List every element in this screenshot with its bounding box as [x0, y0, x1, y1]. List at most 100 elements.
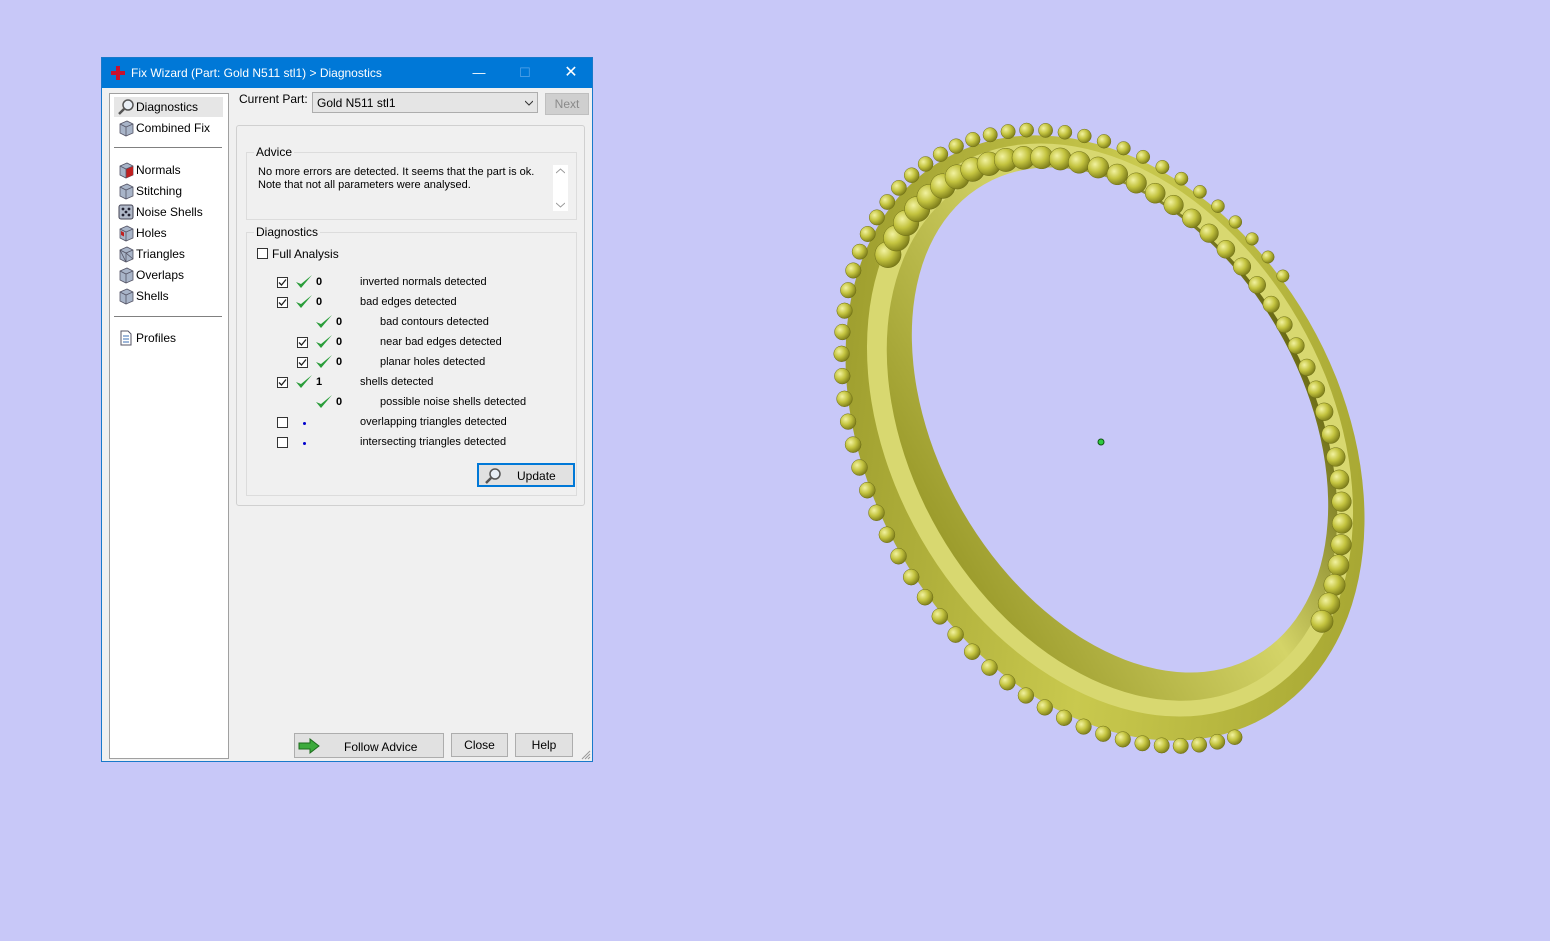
ring-bead — [947, 626, 964, 643]
help-button[interactable]: Help — [515, 733, 573, 757]
sidebar-item-overlaps[interactable]: Overlaps — [114, 265, 223, 285]
sidebar-item-label: Shells — [136, 289, 169, 303]
diagnostic-label: near bad edges detected — [380, 336, 502, 348]
diagnostic-count: 0 — [336, 316, 343, 328]
ring-bead — [1327, 554, 1350, 576]
ring-bead — [845, 262, 862, 279]
sidebar-item-label: Profiles — [136, 331, 177, 345]
current-part-select[interactable]: Gold N511 stl1 — [312, 92, 538, 113]
scroll-up-icon[interactable] — [556, 168, 565, 174]
ring-bead — [851, 459, 868, 476]
diagnostic-checkbox[interactable] — [277, 437, 288, 448]
ring-bead — [1048, 147, 1072, 171]
sidebar-item-stitching[interactable]: Stitching — [114, 181, 223, 201]
scroll-down-icon[interactable] — [556, 202, 565, 208]
ring-bead — [1298, 358, 1316, 377]
update-button[interactable]: Update — [477, 463, 575, 487]
sidebar-item-noise-shells[interactable]: Noise Shells — [114, 202, 223, 222]
ring-bead — [1310, 610, 1334, 633]
full-analysis-checkbox[interactable] — [257, 248, 268, 259]
ring-bead — [1191, 736, 1208, 753]
title-bar[interactable]: Fix Wizard (Part: Gold N511 stl1) > Diag… — [102, 58, 592, 88]
close-window-button[interactable]: ✕ — [548, 58, 594, 88]
diagnostic-checkbox[interactable] — [277, 377, 288, 388]
ring-bead — [834, 367, 851, 385]
sidebar-divider — [114, 147, 222, 148]
advice-legend: Advice — [254, 145, 295, 159]
ring-bead — [1068, 151, 1091, 174]
ring-bead — [890, 547, 907, 565]
advice-scrollbar[interactable] — [553, 165, 568, 211]
sidebar-item-holes[interactable]: Holes — [114, 223, 223, 243]
sidebar-item-label: Diagnostics — [136, 100, 199, 114]
ring-bead — [1017, 687, 1035, 704]
ring-bead — [1248, 276, 1266, 294]
sidebar-item-shells[interactable]: Shells — [114, 286, 223, 306]
cube-icon — [119, 288, 134, 305]
ring-bead — [1199, 223, 1219, 243]
advice-line: Note that not all parameters were analys… — [258, 179, 471, 191]
ring-bead — [1114, 731, 1131, 748]
diagnostic-checkbox[interactable] — [277, 277, 288, 288]
diagnostic-label: bad contours detected — [380, 316, 489, 328]
diagnostic-label: planar holes detected — [380, 356, 486, 368]
ring-bead — [868, 504, 885, 521]
checkmark-icon — [298, 339, 307, 346]
cube-icon — [119, 267, 134, 284]
checkmark-icon — [298, 359, 307, 366]
ring-bead — [917, 156, 934, 172]
diagnostic-checkbox[interactable] — [277, 417, 288, 428]
ring-bead — [1038, 123, 1053, 138]
resize-grip-icon[interactable] — [581, 750, 591, 760]
green-check-icon — [316, 395, 332, 408]
diagnostic-checkbox[interactable] — [277, 297, 288, 308]
ring-bead — [1125, 172, 1147, 194]
ring-bead — [1262, 295, 1280, 313]
ring-bead — [1232, 257, 1252, 276]
diagnostic-checkbox[interactable] — [297, 357, 308, 368]
ring-bead — [1326, 447, 1346, 467]
ring-bead — [1055, 709, 1073, 726]
diagnostic-count: 1 — [316, 376, 323, 388]
ring-bead — [1228, 215, 1243, 229]
current-part-value: Gold N511 stl1 — [317, 96, 396, 110]
pivot-marker — [1097, 438, 1105, 446]
sidebar-item-triangles[interactable]: Triangles — [114, 244, 223, 264]
sidebar-item-label: Noise Shells — [136, 205, 203, 219]
maximize-button[interactable]: ☐ — [502, 58, 548, 88]
red-cross-app-icon — [111, 66, 125, 80]
ring-bead — [1144, 182, 1166, 204]
ring-bead — [1153, 737, 1170, 754]
ring-bead — [839, 413, 857, 430]
diagnostics-legend: Diagnostics — [254, 225, 321, 239]
sidebar-item-profiles[interactable]: Profiles — [114, 328, 223, 348]
next-button[interactable]: Next — [545, 93, 589, 115]
cube-icon — [119, 120, 134, 137]
green-check-icon — [296, 275, 312, 288]
sidebar-item-combined-fix[interactable]: Combined Fix — [114, 118, 223, 138]
green-check-icon — [316, 335, 332, 348]
full-analysis-label: Full Analysis — [272, 247, 339, 261]
ring-bead — [840, 282, 857, 299]
chevron-down-icon — [525, 100, 533, 106]
green-check-icon — [316, 355, 332, 368]
cube-icon — [119, 183, 134, 200]
minimize-button[interactable]: — — [456, 58, 502, 88]
sidebar-item-label: Stitching — [136, 184, 183, 198]
ring-bead — [868, 209, 885, 226]
sidebar-item-normals[interactable]: Normals — [114, 160, 223, 180]
sidebar-item-diagnostics[interactable]: Diagnostics — [114, 97, 223, 117]
update-label: Update — [517, 469, 556, 483]
ring-bead — [1226, 729, 1243, 745]
ring-bead — [948, 138, 964, 154]
magnifier-icon — [485, 468, 501, 484]
follow-advice-button[interactable]: Follow Advice — [294, 733, 444, 758]
ring-bead — [1077, 128, 1092, 144]
close-button[interactable]: Close — [451, 733, 508, 757]
diagnostic-checkbox[interactable] — [297, 337, 308, 348]
ring-bead — [1095, 725, 1112, 742]
diagnostic-label: possible noise shells detected — [380, 396, 527, 408]
ring-bead — [851, 243, 868, 260]
diagnostic-count: 0 — [316, 296, 323, 308]
ring-model — [833, 122, 1365, 754]
